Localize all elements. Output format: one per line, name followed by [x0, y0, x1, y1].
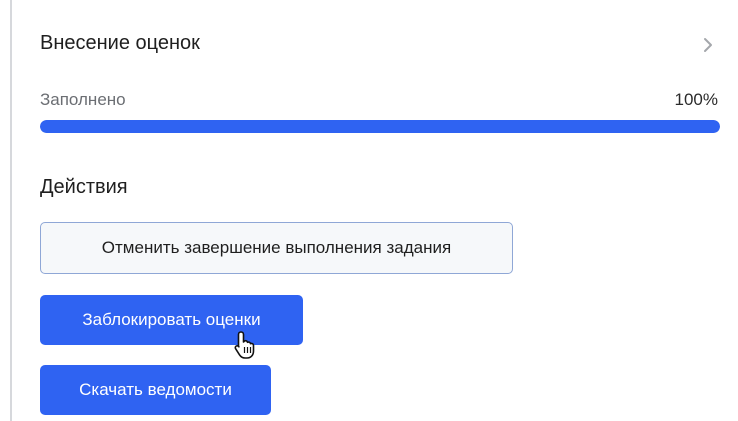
actions-title: Действия	[40, 176, 128, 198]
progress-bar	[40, 120, 720, 133]
lock-grades-button[interactable]: Заблокировать оценки	[40, 295, 303, 345]
panel-left-border	[10, 0, 12, 421]
download-sheets-button[interactable]: Скачать ведомости	[40, 365, 271, 415]
progress-bar-fill	[40, 120, 720, 133]
chevron-right-icon	[704, 38, 712, 52]
hand-pointer-cursor-icon	[234, 331, 255, 359]
cancel-completion-button[interactable]: Отменить завершение выполнения задания	[40, 222, 513, 274]
grades-entry-header[interactable]: Внесение оценок	[40, 28, 720, 62]
progress-label: Заполнено	[40, 90, 126, 109]
panel-title: Внесение оценок	[40, 32, 200, 54]
progress-value: 100%	[674, 90, 718, 109]
grading-panel: Внесение оценок Заполнено 100% Действия …	[0, 0, 738, 421]
